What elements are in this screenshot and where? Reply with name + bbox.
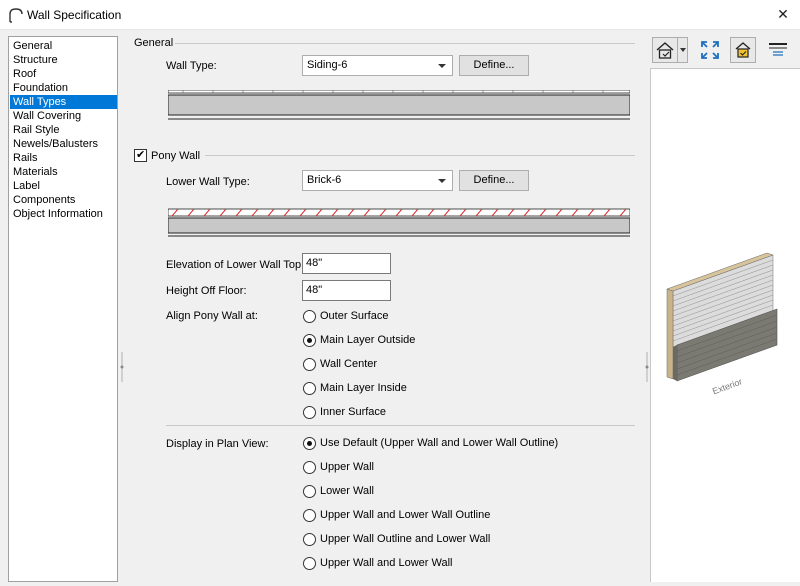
sidebar-item-wall-covering[interactable]: Wall Covering — [10, 109, 117, 123]
camera-view-button[interactable] — [652, 37, 678, 63]
sidebar-item-roof[interactable]: Roof — [10, 67, 117, 81]
wall-type-label: Wall Type: — [166, 60, 217, 72]
define-lower-wall-type-button[interactable]: Define... — [459, 170, 529, 191]
wall-type-value: Siding-6 — [307, 59, 348, 71]
check-icon: ✔ — [136, 148, 146, 161]
show-options-icon — [769, 43, 787, 56]
lower-wall-type-label: Lower Wall Type: — [166, 176, 250, 188]
display-upper-outline-lower-wall-label: Upper Wall Outline and Lower Wall — [320, 533, 491, 545]
align-main-layer-inside-label: Main Layer Inside — [320, 382, 407, 394]
display-use-default-radio[interactable] — [303, 437, 316, 450]
wall-type-select[interactable]: Siding-6 — [302, 55, 453, 76]
align-main-layer-outside-label: Main Layer Outside — [320, 334, 416, 346]
display-upper-wall-lower-outline-label: Upper Wall and Lower Wall Outline — [320, 509, 491, 521]
title-bar: Wall Specification ✕ — [0, 0, 800, 30]
sidebar-item-general[interactable]: General — [10, 39, 117, 53]
display-upper-and-lower-wall-radio[interactable] — [303, 557, 316, 570]
display-upper-wall-label: Upper Wall — [320, 461, 374, 473]
elevation-input[interactable]: 48" — [302, 253, 391, 274]
category-list: General Structure Roof Foundation Wall T… — [8, 36, 118, 582]
align-wall-center-label: Wall Center — [320, 358, 378, 370]
chevron-down-icon — [438, 179, 446, 183]
display-lower-wall-label: Lower Wall — [320, 485, 374, 497]
chevron-down-icon — [438, 64, 446, 68]
lower-wall-type-select[interactable]: Brick-6 — [302, 170, 453, 191]
sidebar-item-components[interactable]: Components — [10, 193, 117, 207]
display-upper-and-lower-wall-label: Upper Wall and Lower Wall — [320, 557, 453, 569]
display-upper-wall-lower-outline-radio[interactable] — [303, 509, 316, 522]
sidebar-item-object-information[interactable]: Object Information — [10, 207, 117, 221]
sidebar-item-rail-style[interactable]: Rail Style — [10, 123, 117, 137]
show-options-button[interactable] — [765, 37, 791, 63]
camera-view-icon — [656, 42, 674, 59]
define-wall-type-button[interactable]: Define... — [459, 55, 529, 76]
camera-dropdown-icon — [680, 48, 686, 52]
display-lower-wall-radio[interactable] — [303, 485, 316, 498]
close-button[interactable]: ✕ — [766, 0, 800, 30]
pony-wall-label: Pony Wall — [151, 150, 201, 162]
height-off-floor-input[interactable]: 48" — [302, 280, 391, 301]
align-wall-center-radio[interactable] — [303, 358, 316, 371]
elevation-label: Elevation of Lower Wall Top: — [166, 259, 305, 271]
upper-wall-preview — [168, 90, 630, 120]
pony-wall-divider — [205, 155, 635, 156]
align-inner-surface-label: Inner Surface — [320, 406, 387, 418]
fill-window-button[interactable] — [697, 37, 723, 63]
wall-arch-icon — [9, 8, 23, 23]
wall-3d-preview[interactable]: Exterior — [650, 68, 800, 582]
general-divider — [175, 43, 635, 44]
align-outer-surface-radio[interactable] — [303, 310, 316, 323]
display-upper-wall-radio[interactable] — [303, 461, 316, 474]
left-splitter-handle[interactable] — [119, 352, 125, 382]
sidebar-item-newels-balusters[interactable]: Newels/Balusters — [10, 137, 117, 151]
camera-dropdown-button[interactable] — [677, 37, 688, 63]
fill-window-icon — [701, 41, 719, 59]
sidebar-item-foundation[interactable]: Foundation — [10, 81, 117, 95]
display-in-plan-view-label: Display in Plan View: — [166, 438, 269, 450]
wall-3d-render — [666, 252, 778, 382]
sidebar-item-wall-types[interactable]: Wall Types — [10, 95, 117, 109]
color-on-button[interactable] — [730, 37, 756, 63]
lower-wall-preview — [168, 208, 630, 237]
align-main-layer-outside-radio[interactable] — [303, 334, 316, 347]
align-outer-surface-label: Outer Surface — [320, 310, 389, 322]
color-on-icon — [735, 42, 751, 58]
sidebar-item-materials[interactable]: Materials — [10, 165, 117, 179]
display-use-default-label: Use Default (Upper Wall and Lower Wall O… — [320, 437, 559, 449]
pony-wall-checkbox[interactable]: ✔ — [134, 148, 147, 162]
align-pony-wall-label: Align Pony Wall at: — [166, 310, 258, 322]
sidebar-item-label[interactable]: Label — [10, 179, 117, 193]
sidebar-item-structure[interactable]: Structure — [10, 53, 117, 67]
sidebar-item-rails[interactable]: Rails — [10, 151, 117, 165]
height-off-floor-label: Height Off Floor: — [166, 285, 247, 297]
window-title: Wall Specification — [27, 8, 122, 22]
display-divider — [166, 425, 635, 426]
general-section-label: General — [134, 37, 174, 49]
align-inner-surface-radio[interactable] — [303, 406, 316, 419]
display-upper-outline-lower-wall-radio[interactable] — [303, 533, 316, 546]
align-main-layer-inside-radio[interactable] — [303, 382, 316, 395]
lower-wall-type-value: Brick-6 — [307, 174, 342, 186]
